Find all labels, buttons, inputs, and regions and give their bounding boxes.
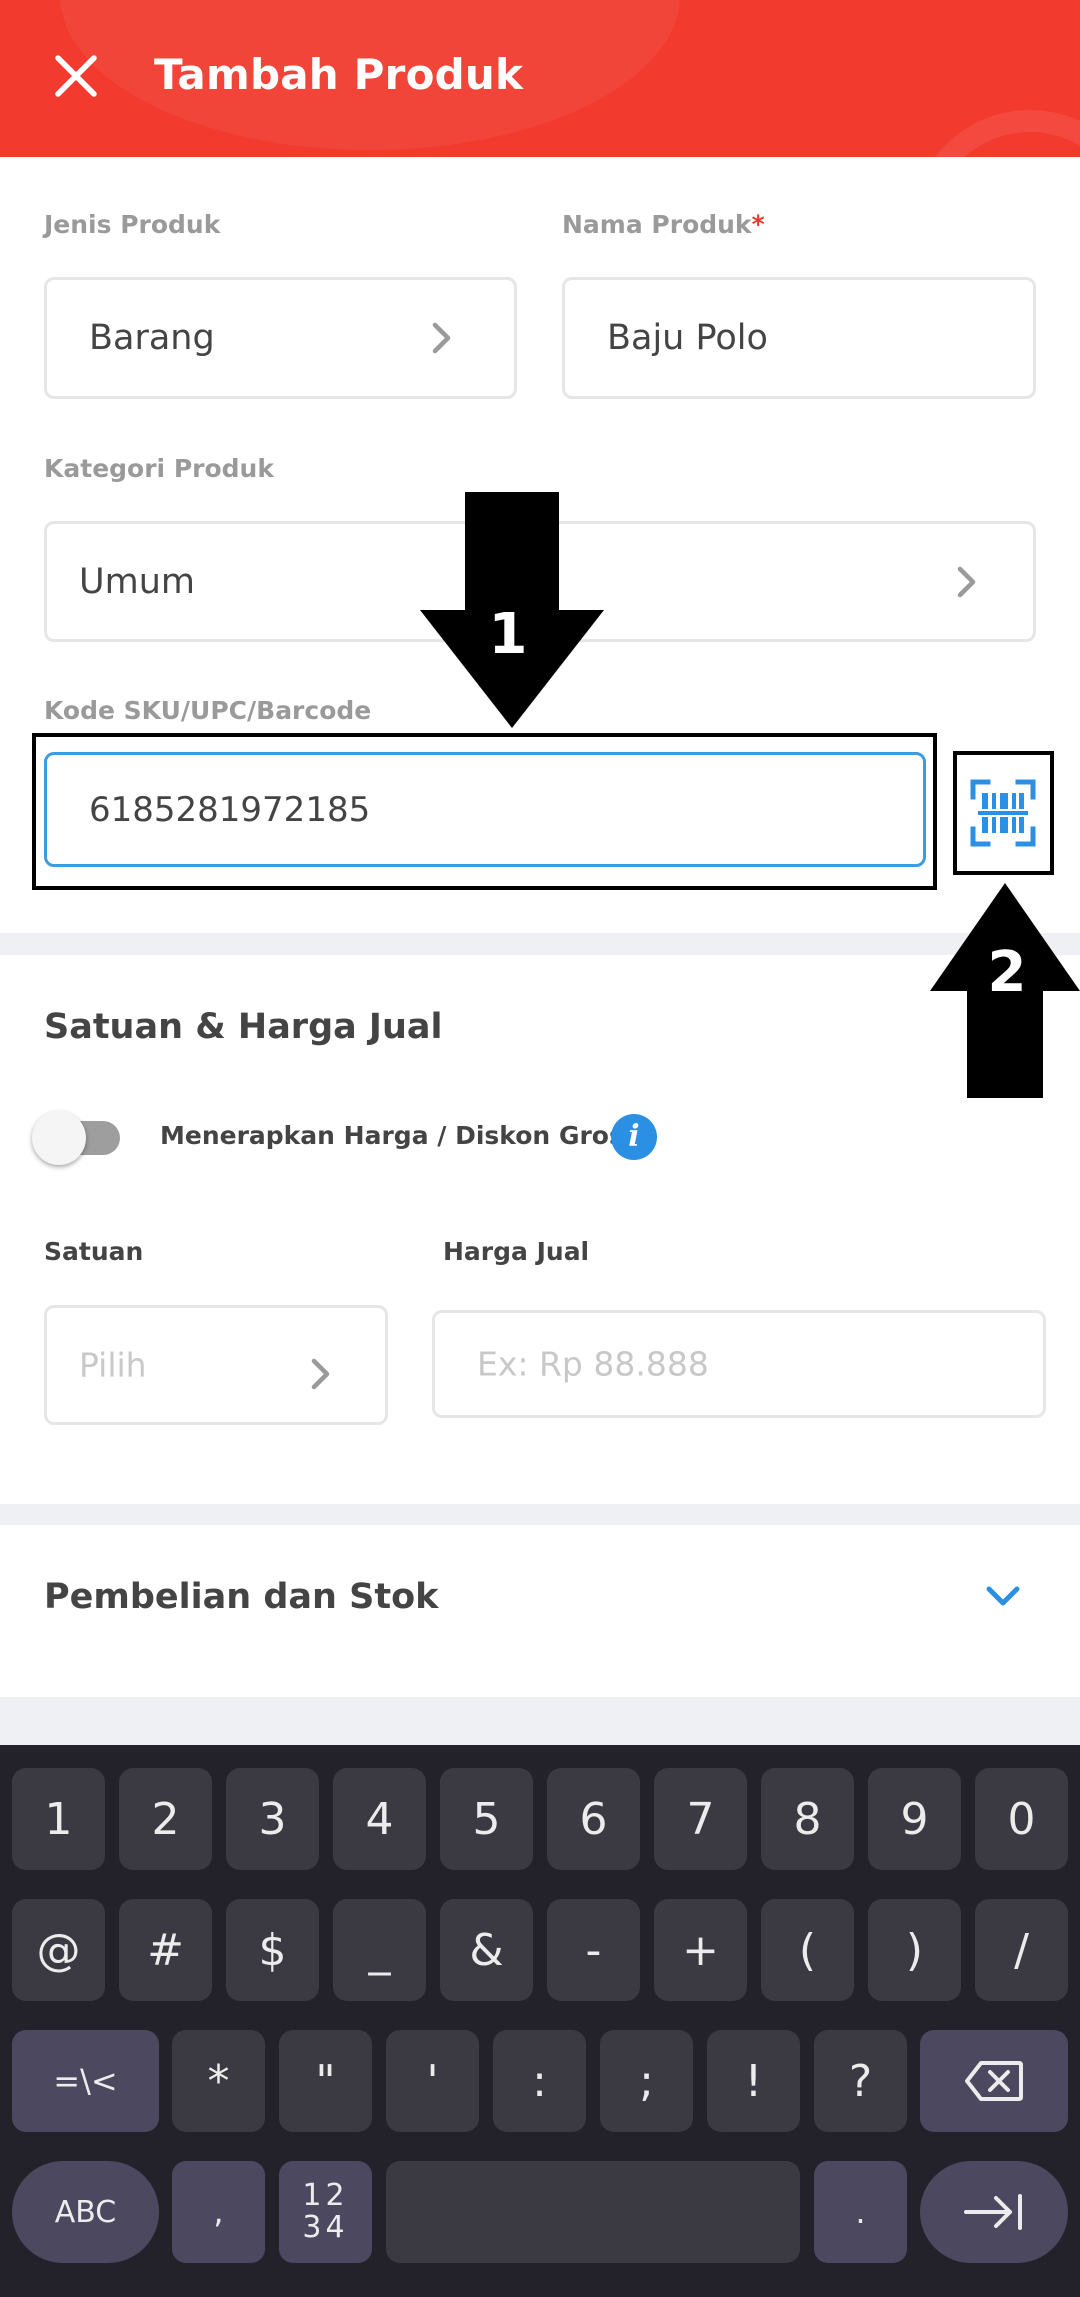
barcode-scan-icon[interactable] (970, 779, 1036, 847)
required-mark: * (751, 210, 765, 239)
annotation-number-1: 1 (488, 602, 528, 667)
page-title: Tambah Produk (154, 50, 524, 99)
satuan-placeholder: Pilih (79, 1345, 147, 1385)
toggle-thumb (32, 1111, 86, 1165)
key-6[interactable]: 6 (547, 1768, 640, 1870)
chevron-right-icon (957, 566, 976, 597)
key-more-symbols[interactable]: =\< (12, 2030, 159, 2132)
on-screen-keyboard: 1 2 3 4 5 6 7 8 9 0 @ # $ _ & - + ( ) / … (0, 1745, 1080, 2297)
harga-jual-input[interactable]: Ex: Rp 88.888 (432, 1310, 1046, 1418)
key-double-quote[interactable]: " (279, 2030, 372, 2132)
satuan-section-title: Satuan & Harga Jual (44, 1007, 443, 1047)
key-ampersand[interactable]: & (440, 1899, 533, 2001)
key-dollar[interactable]: $ (226, 1899, 319, 2001)
key-hash[interactable]: # (119, 1899, 212, 2001)
nama-produk-label: Nama Produk* (562, 210, 765, 239)
nama-produk-value: Baju Polo (607, 318, 768, 358)
key-numpad[interactable]: 12 34 (279, 2161, 372, 2263)
key-4[interactable]: 4 (333, 1768, 426, 1870)
close-icon[interactable] (48, 48, 104, 104)
key-0[interactable]: 0 (975, 1768, 1068, 1870)
chevron-right-icon (311, 1358, 330, 1390)
key-abc[interactable]: ABC (12, 2161, 159, 2263)
tab-next-icon (964, 2194, 1022, 2230)
sku-value: 6185281972185 (89, 789, 371, 830)
sku-label: Kode SKU/UPC/Barcode (44, 696, 372, 725)
key-semicolon[interactable]: ; (600, 2030, 693, 2132)
grosir-toggle[interactable] (32, 1111, 120, 1165)
key-underscore[interactable]: _ (333, 1899, 426, 2001)
key-backspace[interactable] (920, 2030, 1068, 2132)
backspace-icon (965, 2061, 1023, 2101)
pembelian-section-title: Pembelian dan Stok (44, 1577, 439, 1617)
key-9[interactable]: 9 (868, 1768, 961, 1870)
key-paren-open[interactable]: ( (761, 1899, 854, 2001)
section-divider (0, 1697, 1080, 1745)
key-7[interactable]: 7 (654, 1768, 747, 1870)
kategori-produk-value: Umum (79, 561, 195, 602)
nama-produk-input[interactable]: Baju Polo (562, 277, 1036, 399)
key-asterisk[interactable]: * (172, 2030, 265, 2132)
key-plus[interactable]: + (654, 1899, 747, 2001)
header-decoration (910, 110, 1080, 157)
chevron-down-icon[interactable] (984, 1583, 1022, 1611)
app-header: Tambah Produk (0, 0, 1080, 157)
key-slash[interactable]: / (975, 1899, 1068, 2001)
key-next[interactable] (920, 2161, 1068, 2263)
grosir-toggle-label: Menerapkan Harga / Diskon Grosir (160, 1121, 645, 1150)
jenis-produk-value: Barang (89, 318, 215, 358)
numpad-label: 12 34 (302, 2180, 348, 2244)
key-at[interactable]: @ (12, 1899, 105, 2001)
satuan-label: Satuan (44, 1237, 144, 1266)
section-divider (0, 933, 1080, 955)
numpad-label-bottom: 34 (302, 2210, 349, 2245)
key-comma[interactable]: , (172, 2161, 265, 2263)
harga-jual-label: Harga Jual (443, 1237, 590, 1266)
sku-input[interactable]: 6185281972185 (44, 752, 926, 867)
key-minus[interactable]: - (547, 1899, 640, 2001)
key-5[interactable]: 5 (440, 1768, 533, 1870)
key-colon[interactable]: : (493, 2030, 586, 2132)
info-icon[interactable]: i (611, 1114, 657, 1160)
key-question[interactable]: ? (814, 2030, 907, 2132)
annotation-number-2: 2 (987, 940, 1027, 1005)
section-divider (0, 1504, 1080, 1525)
key-space[interactable] (386, 2161, 800, 2263)
key-1[interactable]: 1 (12, 1768, 105, 1870)
jenis-produk-label: Jenis Produk (44, 210, 221, 239)
key-single-quote[interactable]: ' (386, 2030, 479, 2132)
jenis-produk-select[interactable]: Barang (44, 277, 517, 399)
harga-jual-placeholder: Ex: Rp 88.888 (477, 1344, 709, 1384)
satuan-select[interactable]: Pilih (44, 1305, 388, 1425)
key-paren-close[interactable]: ) (868, 1899, 961, 2001)
key-exclamation[interactable]: ! (707, 2030, 800, 2132)
key-8[interactable]: 8 (761, 1768, 854, 1870)
kategori-produk-label: Kategori Produk (44, 454, 274, 483)
key-3[interactable]: 3 (226, 1768, 319, 1870)
numpad-label-top: 12 (302, 2178, 349, 2213)
key-period[interactable]: . (814, 2161, 907, 2263)
chevron-right-icon (432, 322, 451, 354)
nama-produk-label-text: Nama Produk (562, 210, 752, 239)
key-2[interactable]: 2 (119, 1768, 212, 1870)
